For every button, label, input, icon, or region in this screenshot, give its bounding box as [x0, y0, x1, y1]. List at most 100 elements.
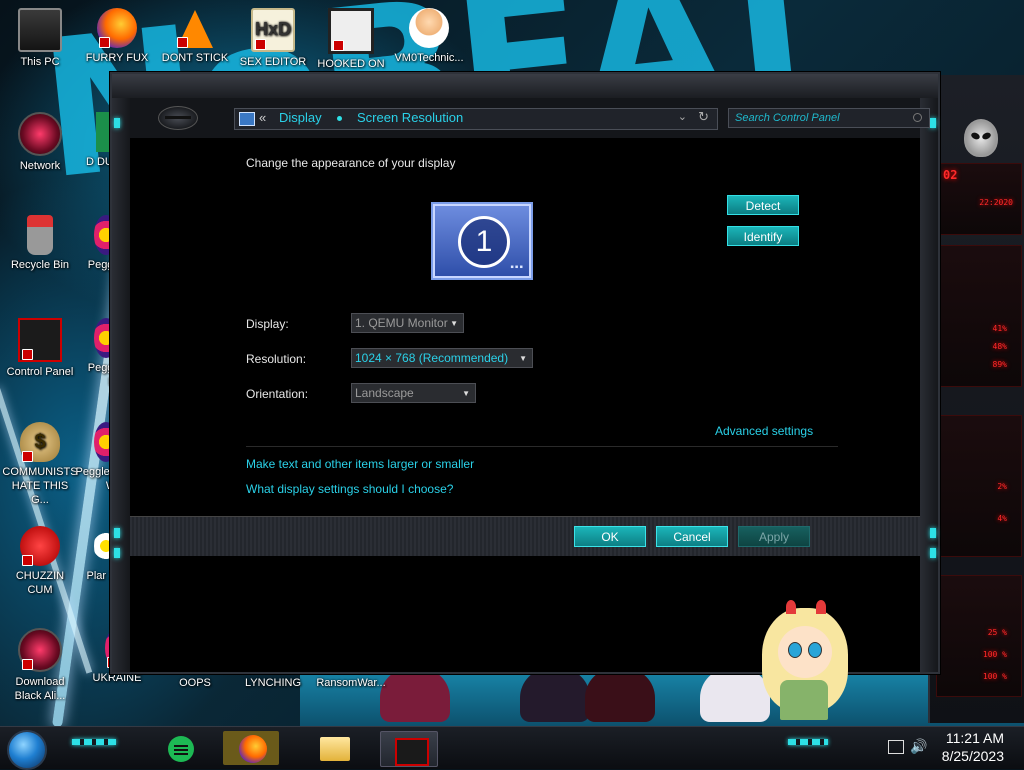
text-size-link[interactable]: Make text and other items larger or smal…: [246, 457, 474, 471]
desktop-icon-label: FURRY FUX: [85, 52, 149, 64]
page-title: Change the appearance of your display: [246, 156, 456, 170]
display-select-value: 1. QEMU Monitor: [355, 316, 448, 330]
cancel-button[interactable]: Cancel: [656, 526, 728, 547]
taskbar-control-panel[interactable]: [380, 731, 438, 767]
spotify-icon: [168, 736, 194, 762]
start-orb-icon[interactable]: [7, 730, 47, 770]
gadget-panel: 02 22:2020: [936, 163, 1022, 235]
orientation-select[interactable]: Landscape ▼: [351, 383, 476, 403]
alien-network-icon: [18, 112, 62, 156]
desktop-icon-sex-editor[interactable]: HxD SEX EDITOR: [235, 8, 311, 69]
monitor-preview[interactable]: 1 ▪▪▪: [431, 202, 533, 280]
gadget-readout: 25 %: [987, 628, 1007, 637]
detect-button[interactable]: Detect: [727, 195, 799, 215]
computer-icon: [18, 8, 62, 52]
identify-button[interactable]: Identify: [727, 226, 799, 246]
desktop-icon-label: LYNCHING: [244, 677, 302, 689]
section-divider: [246, 446, 838, 447]
desktop-icon-recycle-bin[interactable]: Recycle Bin: [2, 215, 78, 272]
wallpaper-shoe: [520, 668, 590, 722]
gadget-panel: 2% 4%: [936, 415, 1022, 557]
gadget-readout: 41%: [992, 324, 1007, 333]
gadget-panel: 41% 48% 89%: [936, 245, 1022, 387]
firefox-icon: [97, 8, 137, 48]
resolution-select[interactable]: 1024 × 768 (Recommended) ▼: [351, 348, 533, 368]
alien-download-icon: [18, 628, 62, 672]
window-frame-right: [920, 98, 938, 672]
desktop-icon-label: This PC: [20, 56, 60, 68]
display-label: Display:: [246, 317, 289, 331]
recycle-bin-icon: [27, 215, 53, 255]
taskbar-firefox[interactable]: [223, 731, 279, 765]
folder-icon: [320, 737, 350, 761]
desktop-icon-oops[interactable]: OOPS: [157, 676, 233, 690]
desktop-icon-ransomware[interactable]: RansomWar...: [313, 676, 389, 690]
window-title-bar[interactable]: [112, 74, 938, 99]
hxd-editor-icon: HxD: [251, 8, 295, 52]
gadget-panel: 25 % 100 % 100 %: [936, 575, 1022, 697]
desktop-icon-label: Control Panel: [6, 366, 74, 378]
taskbar-spotify[interactable]: [150, 731, 206, 765]
breadcrumb-display[interactable]: Display: [279, 110, 322, 125]
clock-date: 8/25/2023: [941, 748, 1004, 764]
gadget-readout: 48%: [992, 342, 1007, 351]
monitor-taskbar-dots: ▪▪▪: [510, 262, 524, 273]
money-bag-icon: $: [20, 422, 60, 462]
orientation-select-value: Landscape: [355, 386, 414, 400]
desktop-icon-network[interactable]: Network: [2, 112, 78, 173]
refresh-icon[interactable]: ↻: [698, 109, 709, 125]
control-panel-icon: [395, 738, 429, 766]
vlc-cone-icon: [175, 8, 215, 48]
doctor-icon: [409, 8, 449, 48]
desktop-icon-control-panel[interactable]: Control Panel: [2, 318, 78, 379]
taskbar: 🔊 11:21 AM 8/25/2023: [0, 726, 1024, 770]
clock[interactable]: 11:21 AM 8/25/2023: [942, 729, 1004, 765]
breadcrumb-back[interactable]: «: [259, 110, 266, 125]
display-help-link[interactable]: What display settings should I choose?: [246, 482, 453, 496]
firefox-icon: [239, 735, 267, 763]
desktop-icon-vm0technic[interactable]: VM0Technic...: [391, 8, 467, 65]
nav-back-orb-icon[interactable]: [158, 106, 198, 130]
hooked-on-icon: [328, 8, 374, 54]
advanced-settings-link[interactable]: Advanced settings: [715, 424, 813, 438]
desktop-icon-download-black-alien[interactable]: Download Black Ali...: [2, 628, 78, 703]
desktop-icon-lynching[interactable]: LYNCHING: [235, 676, 311, 690]
desktop-icon-chuzzin[interactable]: CHUZZIN CUM: [2, 526, 78, 597]
desktop-icon-label: RansomWar...: [316, 677, 386, 689]
desktop-icon-this-pc[interactable]: This PC: [2, 8, 78, 69]
chuzzle-icon: [20, 526, 60, 566]
desktop-icon-communists[interactable]: $ COMMUNISTS HATE THIS G...: [2, 422, 78, 507]
search-input[interactable]: [728, 108, 930, 128]
star-butterfly-mascot: [758, 600, 853, 722]
gadget-readout: 89%: [992, 360, 1007, 369]
desktop-icon-label: Download Black Ali...: [14, 676, 66, 702]
screen-resolution-window: « Display Screen Resolution ⌄ ↻ Change t…: [110, 72, 940, 674]
ok-button[interactable]: OK: [574, 526, 646, 547]
dialog-button-bar: OK Cancel Apply: [130, 516, 920, 558]
display-select[interactable]: 1. QEMU Monitor ▼: [351, 313, 464, 333]
desktop-icon-dont-stick[interactable]: DONT STICK: [157, 8, 233, 65]
gadget-readout: 100 %: [982, 650, 1007, 659]
display-icon: [239, 112, 255, 126]
desktop-icon-label: HOOKED ON: [317, 58, 385, 70]
apply-button[interactable]: Apply: [738, 526, 810, 547]
search-icon[interactable]: [913, 113, 922, 122]
orientation-label: Orientation:: [246, 387, 309, 401]
wallpaper-shoe: [380, 668, 450, 722]
system-monitor-gadget: 02 22:2020 41% 48% 89% 2% 4% 25 % 100 % …: [928, 75, 1024, 723]
breadcrumb-screen-resolution[interactable]: Screen Resolution: [357, 110, 463, 125]
gadget-readout: 22:2020: [979, 198, 1013, 207]
desktop-icon-furry-fux[interactable]: FURRY FUX: [79, 8, 155, 65]
address-bar[interactable]: « Display Screen Resolution ⌄ ↻: [234, 108, 718, 130]
volume-icon[interactable]: 🔊: [910, 738, 927, 755]
desktop-icon-label: DONT STICK: [161, 52, 229, 64]
chevron-down-icon[interactable]: ⌄: [678, 110, 687, 123]
desktop-icon-label: Recycle Bin: [10, 259, 70, 271]
resolution-select-value: 1024 × 768 (Recommended): [355, 351, 509, 365]
monitor-number: 1: [458, 216, 510, 268]
taskbar-file-explorer[interactable]: [304, 731, 360, 765]
chevron-down-icon: ▼: [519, 354, 527, 363]
desktop-icon-label: OOPS: [179, 677, 211, 689]
desktop-icon-hooked-on[interactable]: HOOKED ON: [313, 8, 389, 71]
network-icon[interactable]: [888, 740, 904, 754]
